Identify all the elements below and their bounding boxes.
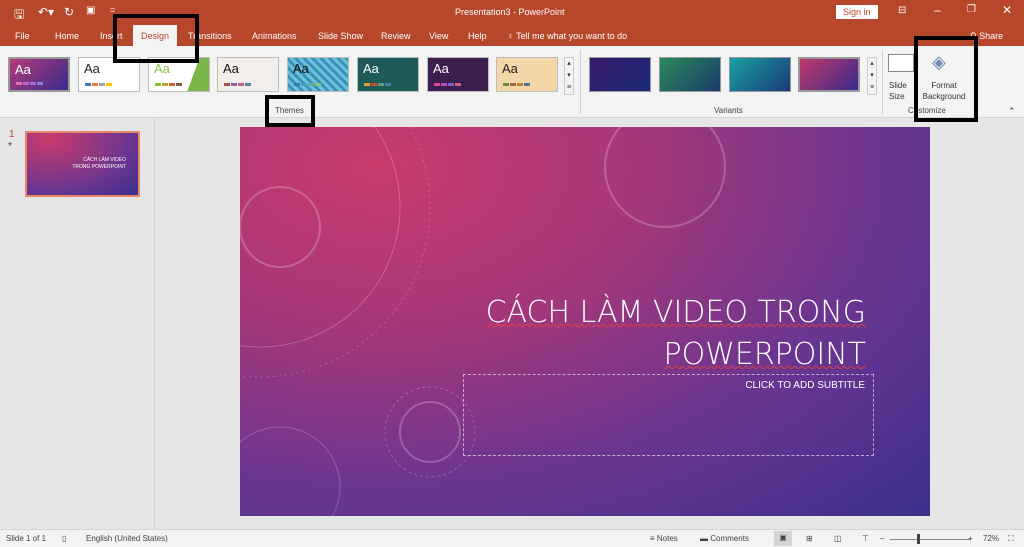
annotation-box-format-background — [914, 36, 978, 122]
slide-thumbnail-pane: 1 * CÁCH LÀM VIDEO TRONG POWERPOINT — [0, 119, 155, 529]
save-icon[interactable]: 🖫 — [14, 5, 24, 26]
subtitle-placeholder[interactable]: CLICK TO ADD SUBTITLE — [463, 374, 874, 456]
sign-in-button[interactable]: Sign in — [836, 5, 878, 19]
slide-count: Slide 1 of 1 — [6, 534, 47, 543]
spell-check-icon[interactable]: ▯ — [62, 534, 66, 543]
variant-thumbnail[interactable] — [589, 57, 651, 92]
notes-label: Notes — [656, 534, 678, 543]
theme-thumbnail[interactable]: Aa — [496, 57, 558, 92]
slide-size-button[interactable]: Slide Size — [889, 80, 913, 102]
restore-button[interactable]: ❐ — [967, 4, 976, 15]
close-button[interactable]: ✕ — [1002, 3, 1012, 17]
minimize-button[interactable]: – — [934, 3, 941, 17]
fit-to-window-icon[interactable]: ⛶ — [1008, 534, 1014, 544]
slide-canvas[interactable]: CÁCH LÀM VIDEO TRONG POWERPOINT CLICK TO… — [240, 127, 930, 516]
language-label[interactable]: English (United States) — [86, 534, 168, 543]
zoom-slider[interactable] — [890, 539, 970, 540]
slide-sorter-icon[interactable]: ⊞ — [806, 534, 813, 543]
comments-button[interactable]: ▬ Comments — [700, 534, 749, 543]
start-slideshow-icon[interactable]: ▣ — [86, 5, 95, 16]
undo-icon[interactable]: ↶▾ — [38, 5, 54, 19]
status-bar: Slide 1 of 1 ▯ English (United States) ≡… — [0, 529, 1024, 547]
zoom-in-button[interactable]: + — [968, 534, 973, 543]
variant-thumbnail[interactable] — [729, 57, 791, 92]
slide-title[interactable]: CÁCH LÀM VIDEO TRONG POWERPOINT — [486, 292, 866, 376]
theme-thumbnail[interactable]: Aa — [357, 57, 419, 92]
theme-thumbnail[interactable]: Aa — [8, 57, 70, 92]
variant-thumbnail[interactable] — [659, 57, 721, 92]
tab-file[interactable]: File — [15, 31, 30, 41]
slide-number: 1 — [9, 129, 15, 140]
tab-review[interactable]: Review — [381, 31, 411, 41]
comments-label: Comments — [710, 534, 749, 543]
normal-view-icon[interactable]: ▣ — [774, 531, 792, 546]
themes-gallery-scroll[interactable]: ▴ ▾ ≡ — [564, 57, 574, 95]
notes-button[interactable]: ≡ Notes — [650, 534, 678, 543]
ribbon-display-options-icon[interactable]: ⊟ — [898, 5, 906, 16]
tab-help[interactable]: Help — [468, 31, 487, 41]
zoom-out-button[interactable]: – — [880, 534, 884, 543]
annotation-box-design-tab — [113, 14, 199, 63]
variants-group-label: Variants — [714, 106, 743, 115]
group-divider — [882, 50, 883, 114]
share-label: Share — [979, 31, 1004, 41]
slide-thumbnail-title: CÁCH LÀM VIDEO TRONG POWERPOINT — [72, 157, 126, 170]
lightbulb-icon: ♀ — [507, 31, 517, 41]
tab-view[interactable]: View — [429, 31, 448, 41]
annotation-box-themes — [265, 95, 315, 127]
theme-thumbnail[interactable]: Aa — [217, 57, 279, 92]
redo-icon[interactable]: ↻ — [64, 5, 74, 19]
theme-thumbnail[interactable]: Aa — [427, 57, 489, 92]
slide-size-icon[interactable] — [888, 54, 914, 72]
tab-slide-show[interactable]: Slide Show — [318, 31, 363, 41]
slide-title-line2: POWERPOINT — [663, 337, 867, 372]
theme-thumbnail[interactable]: Aa — [287, 57, 349, 92]
group-divider — [580, 50, 581, 114]
slide-thumbnail[interactable]: CÁCH LÀM VIDEO TRONG POWERPOINT — [25, 131, 140, 197]
reading-view-icon[interactable]: ◫ — [834, 534, 842, 543]
tell-me-search[interactable]: ♀ Tell me what you want to do — [507, 31, 627, 41]
window-title: Presentation3 - PowerPoint — [455, 7, 565, 17]
animation-star-icon: * — [8, 141, 12, 152]
variants-gallery-scroll[interactable]: ▴ ▾ ≡ — [867, 57, 877, 95]
variant-thumbnail[interactable] — [798, 57, 860, 92]
zoom-slider-thumb[interactable] — [917, 534, 920, 544]
tab-home[interactable]: Home — [55, 31, 79, 41]
collapse-ribbon-icon[interactable]: ⌃ — [1008, 106, 1016, 117]
slide-title-line1: CÁCH LÀM VIDEO TRONG — [485, 295, 866, 330]
tell-me-label: Tell me what you want to do — [516, 31, 628, 41]
tab-animations[interactable]: Animations — [252, 31, 297, 41]
subtitle-placeholder-text: CLICK TO ADD SUBTITLE — [745, 380, 865, 391]
zoom-level[interactable]: 72% — [983, 534, 999, 543]
slideshow-view-icon[interactable]: ⊤ — [862, 534, 869, 543]
